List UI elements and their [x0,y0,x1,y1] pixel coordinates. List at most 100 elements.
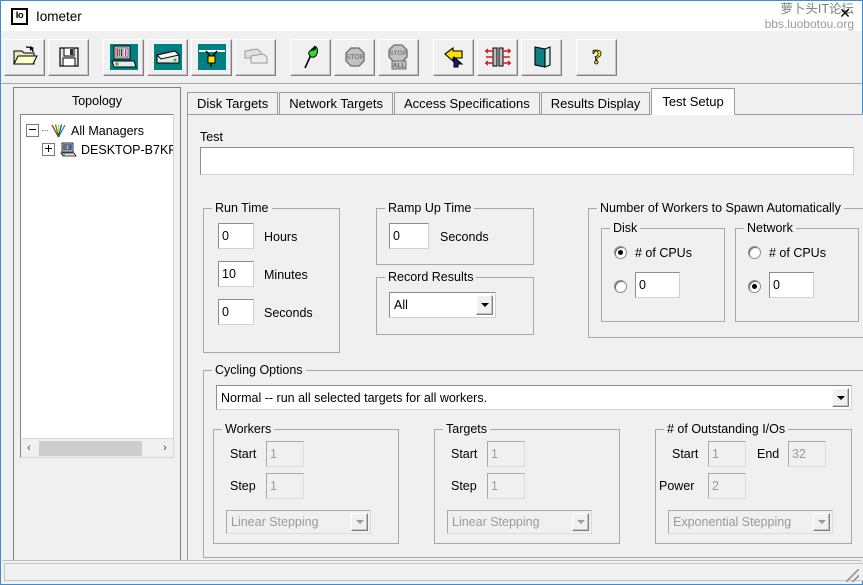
expander-plus-icon[interactable] [42,143,55,156]
disk-cpus-label: # of CPUs [635,246,692,260]
cycling-targets-start-input[interactable]: 1 [487,441,525,467]
tab-test-setup[interactable]: Test Setup [651,88,735,115]
status-bar [2,560,863,583]
app-icon: Io [11,7,28,25]
run-time-hours-label: Hours [264,230,298,244]
start-network-worker-button[interactable] [191,38,232,76]
cycling-outstanding-ios-group: # of Outstanding I/Os Start 1 End 32 Pow… [655,422,852,544]
exit-button[interactable] [521,38,562,76]
network-workers-group: Network # of CPUs 0 [735,221,859,322]
svg-text:?: ? [591,45,602,69]
network-count-radio[interactable] [748,280,761,293]
cycling-workers-legend: Workers [222,422,275,436]
tree-label: DESKTOP-B7KFQ [81,142,173,157]
start-manager-button[interactable] [103,38,144,76]
cycling-workers-stepping-value: Linear Stepping [231,515,319,529]
window-title: Iometer [36,8,82,24]
close-icon[interactable]: ✕ [838,6,852,20]
run-time-hours-input[interactable]: 0 [218,223,254,249]
svg-text:STOP: STOP [389,50,407,57]
stop-test-button[interactable]: STOP [334,38,375,76]
scroll-left-icon[interactable]: ‹ [21,440,37,457]
network-count-input[interactable]: 0 [769,272,814,298]
new-manager-icon [109,44,138,70]
cycling-targets-stepping-value: Linear Stepping [452,515,540,529]
exit-icon [531,45,553,69]
open-config-icon [12,45,38,69]
chevron-down-icon[interactable] [832,388,849,407]
cycling-workers-step-input[interactable]: 1 [266,473,304,499]
outstanding-ios-end-input[interactable]: 32 [788,441,826,467]
reset-workers-button[interactable] [433,38,474,76]
stop-all-tests-button[interactable]: STOP ALL [378,38,419,76]
cycling-mode-select[interactable]: Normal -- run all selected targets for a… [216,385,852,410]
tree-node-desktop-manager[interactable]: DESKTOP-B7KFQ [21,140,173,159]
tab-disk-targets[interactable]: Disk Targets [187,92,279,115]
tab-label: Disk Targets [197,96,269,111]
computer-icon [60,142,77,157]
resize-grip-icon[interactable] [846,569,859,582]
run-time-group: Run Time 0 Hours 10 Minutes 0 Seconds [203,201,340,353]
topology-tree[interactable]: All Managers DESKTOP-B7K [20,114,174,439]
all-managers-icon [50,123,67,138]
cycling-workers-stepping-select[interactable]: Linear Stepping [226,510,371,534]
cycling-legend: Cycling Options [212,363,306,377]
outstanding-ios-power-label: Power [659,479,695,493]
svg-text:STOP: STOP [345,54,364,61]
chevron-down-icon[interactable] [476,295,493,315]
run-time-minutes-input[interactable]: 10 [218,261,254,287]
cycling-workers-step-label: Step [230,479,256,493]
tab-network-targets[interactable]: Network Targets [279,92,393,115]
connections-icon [484,45,511,69]
run-time-seconds-input[interactable]: 0 [218,299,254,325]
scroll-right-icon[interactable]: › [157,440,173,457]
tab-results-display[interactable]: Results Display [540,92,651,115]
tab-label: Access Specifications [403,96,530,111]
cycling-targets-step-input[interactable]: 1 [487,473,525,499]
tree-node-all-managers[interactable]: All Managers [21,121,173,140]
toolbar: STOP STOP ALL ? [1,31,862,84]
chevron-down-icon[interactable] [351,513,368,531]
connections-button[interactable] [477,38,518,76]
new-network-worker-icon [197,44,226,70]
tree-connector [42,129,48,132]
start-disk-worker-button[interactable] [147,38,188,76]
outstanding-ios-stepping-select[interactable]: Exponential Stepping [668,510,833,534]
stop-all-tests-icon: STOP ALL [386,44,412,70]
run-time-seconds-label: Seconds [264,306,313,320]
cycling-targets-stepping-select[interactable]: Linear Stepping [447,510,592,534]
network-cpus-label: # of CPUs [769,246,826,260]
tab-label: Results Display [550,96,641,111]
tab-access-specifications[interactable]: Access Specifications [393,92,540,115]
help-button[interactable]: ? [576,38,617,76]
duplicate-worker-button[interactable] [235,38,276,76]
disk-count-input[interactable]: 0 [635,272,680,298]
cycling-workers-start-input[interactable]: 1 [266,441,304,467]
ramp-up-seconds-input[interactable]: 0 [389,223,429,249]
start-tests-button[interactable] [290,38,331,76]
test-name-input[interactable] [200,147,854,175]
chevron-down-icon[interactable] [572,513,589,531]
disk-count-radio[interactable] [614,280,627,293]
scrollbar-thumb[interactable] [39,440,142,456]
workers-spawn-legend: Number of Workers to Spawn Automatically [597,201,844,215]
tab-strip: Disk Targets Network Targets Access Spec… [187,88,736,115]
test-label: Test [200,130,223,144]
save-config-button[interactable] [48,38,89,76]
save-config-icon [57,45,81,69]
outstanding-ios-start-input[interactable]: 1 [708,441,746,467]
cycling-targets-legend: Targets [443,422,490,436]
duplicate-worker-icon [243,45,269,69]
chevron-down-icon[interactable] [813,513,830,531]
network-cpus-radio[interactable] [748,246,761,259]
ramp-up-seconds-label: Seconds [440,230,489,244]
record-results-select[interactable]: All [389,292,496,318]
disk-cpus-radio[interactable] [614,246,627,259]
ramp-up-time-group: Ramp Up Time 0 Seconds [376,201,534,265]
help-icon: ? [587,45,607,69]
network-legend: Network [744,221,796,235]
open-config-button[interactable] [4,38,45,76]
expander-minus-icon[interactable] [26,124,39,137]
topology-hscrollbar[interactable]: ‹ › [20,439,174,458]
outstanding-ios-power-input[interactable]: 2 [708,473,746,499]
